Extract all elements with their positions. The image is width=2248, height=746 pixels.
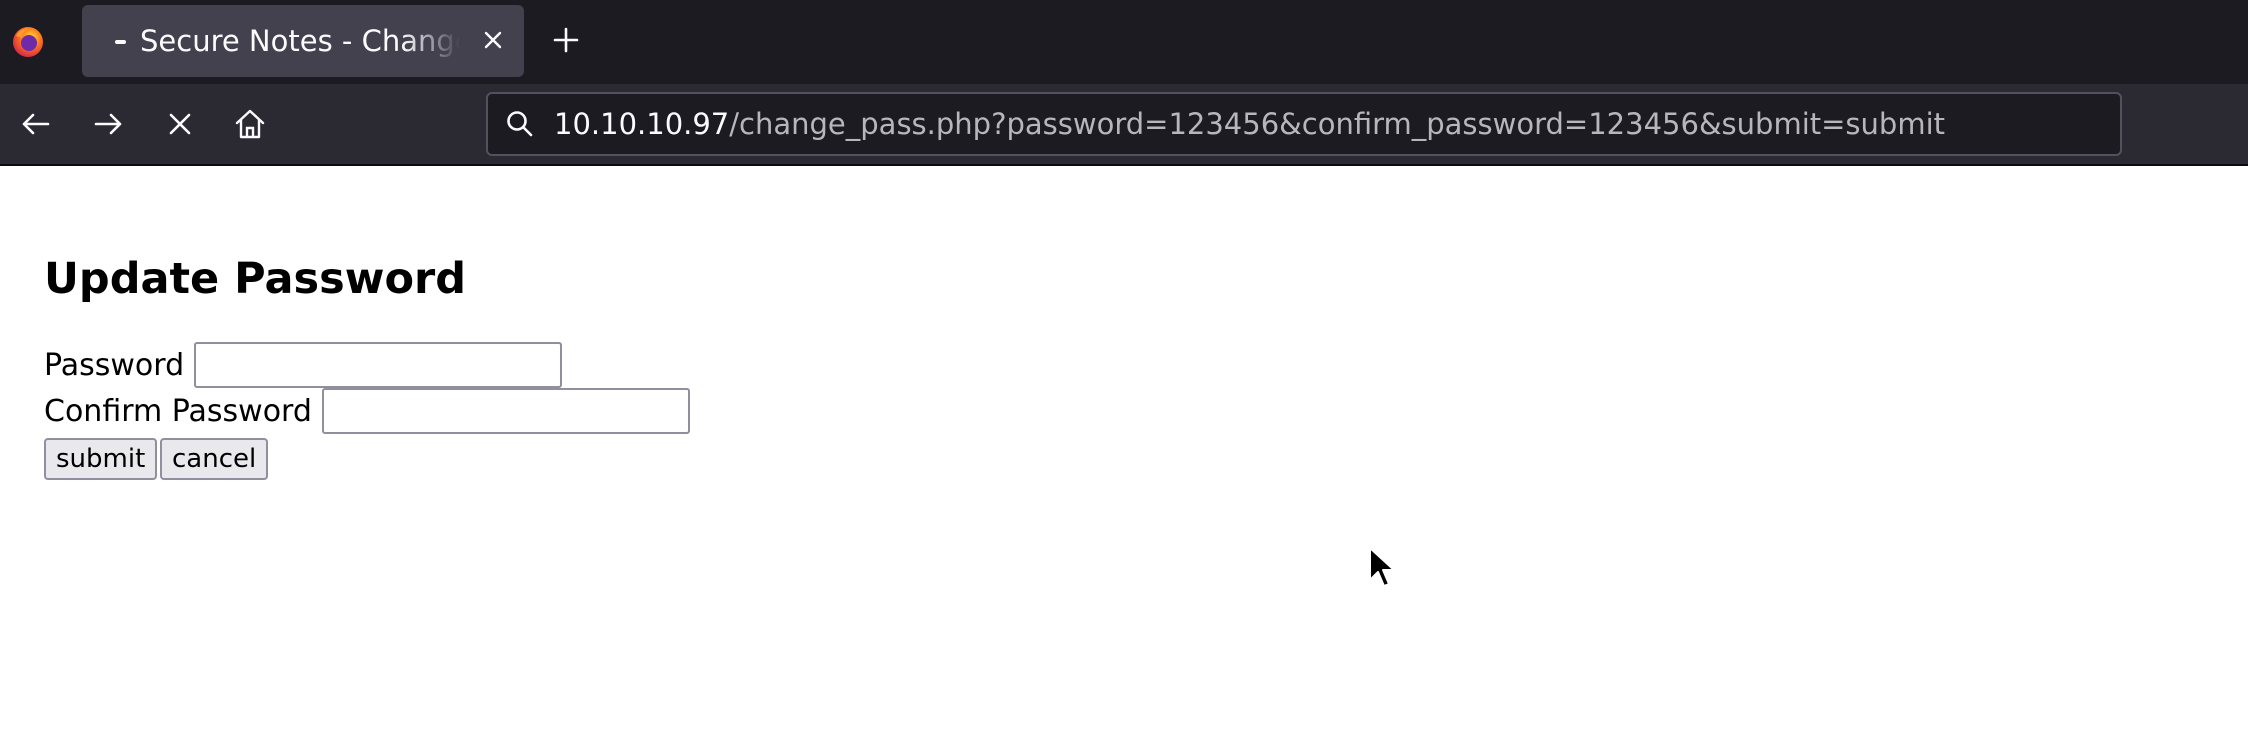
confirm-password-row: Confirm Password	[44, 388, 690, 434]
close-icon[interactable]	[478, 25, 508, 55]
confirm-password-input[interactable]	[321, 388, 690, 434]
tab-title: Secure Notes - Change Password	[140, 24, 460, 58]
home-button[interactable]	[230, 104, 270, 144]
mouse-pointer-icon	[1369, 547, 1395, 587]
stop-button[interactable]	[160, 104, 200, 144]
password-label: Password	[44, 347, 185, 383]
page-content: Update Password Password Confirm Passwor…	[0, 168, 2248, 746]
arrow-right-icon	[94, 113, 122, 135]
address-bar[interactable]: 10.10.10.97/change_pass.php?password=123…	[486, 92, 2122, 156]
search-icon	[507, 111, 533, 137]
url-host: 10.10.10.97	[554, 107, 730, 141]
confirm-password-label: Confirm Password	[44, 393, 312, 429]
back-button[interactable]	[16, 104, 56, 144]
browser-nav-bar: 10.10.10.97/change_pass.php?password=123…	[0, 84, 2248, 166]
cancel-button[interactable]: cancel	[160, 438, 269, 480]
page-title: Update Password	[44, 254, 467, 304]
url-path: /change_pass.php?password=123456&confirm…	[729, 107, 1945, 141]
firefox-logo-icon[interactable]	[10, 24, 46, 60]
browser-tab-bar: Secure Notes - Change Password	[0, 0, 2248, 84]
tab-loading-indicator	[115, 40, 126, 44]
submit-button[interactable]: submit	[44, 438, 158, 480]
password-row: Password	[44, 342, 563, 388]
plus-icon[interactable]	[548, 22, 584, 58]
address-bar-url[interactable]: 10.10.10.97/change_pass.php?password=123…	[554, 94, 1945, 154]
password-input[interactable]	[194, 342, 563, 388]
home-icon	[235, 109, 265, 139]
forward-button[interactable]	[88, 104, 128, 144]
arrow-left-icon	[22, 113, 50, 135]
stop-x-icon	[169, 113, 191, 135]
browser-tab-active[interactable]: Secure Notes - Change Password	[82, 5, 524, 77]
